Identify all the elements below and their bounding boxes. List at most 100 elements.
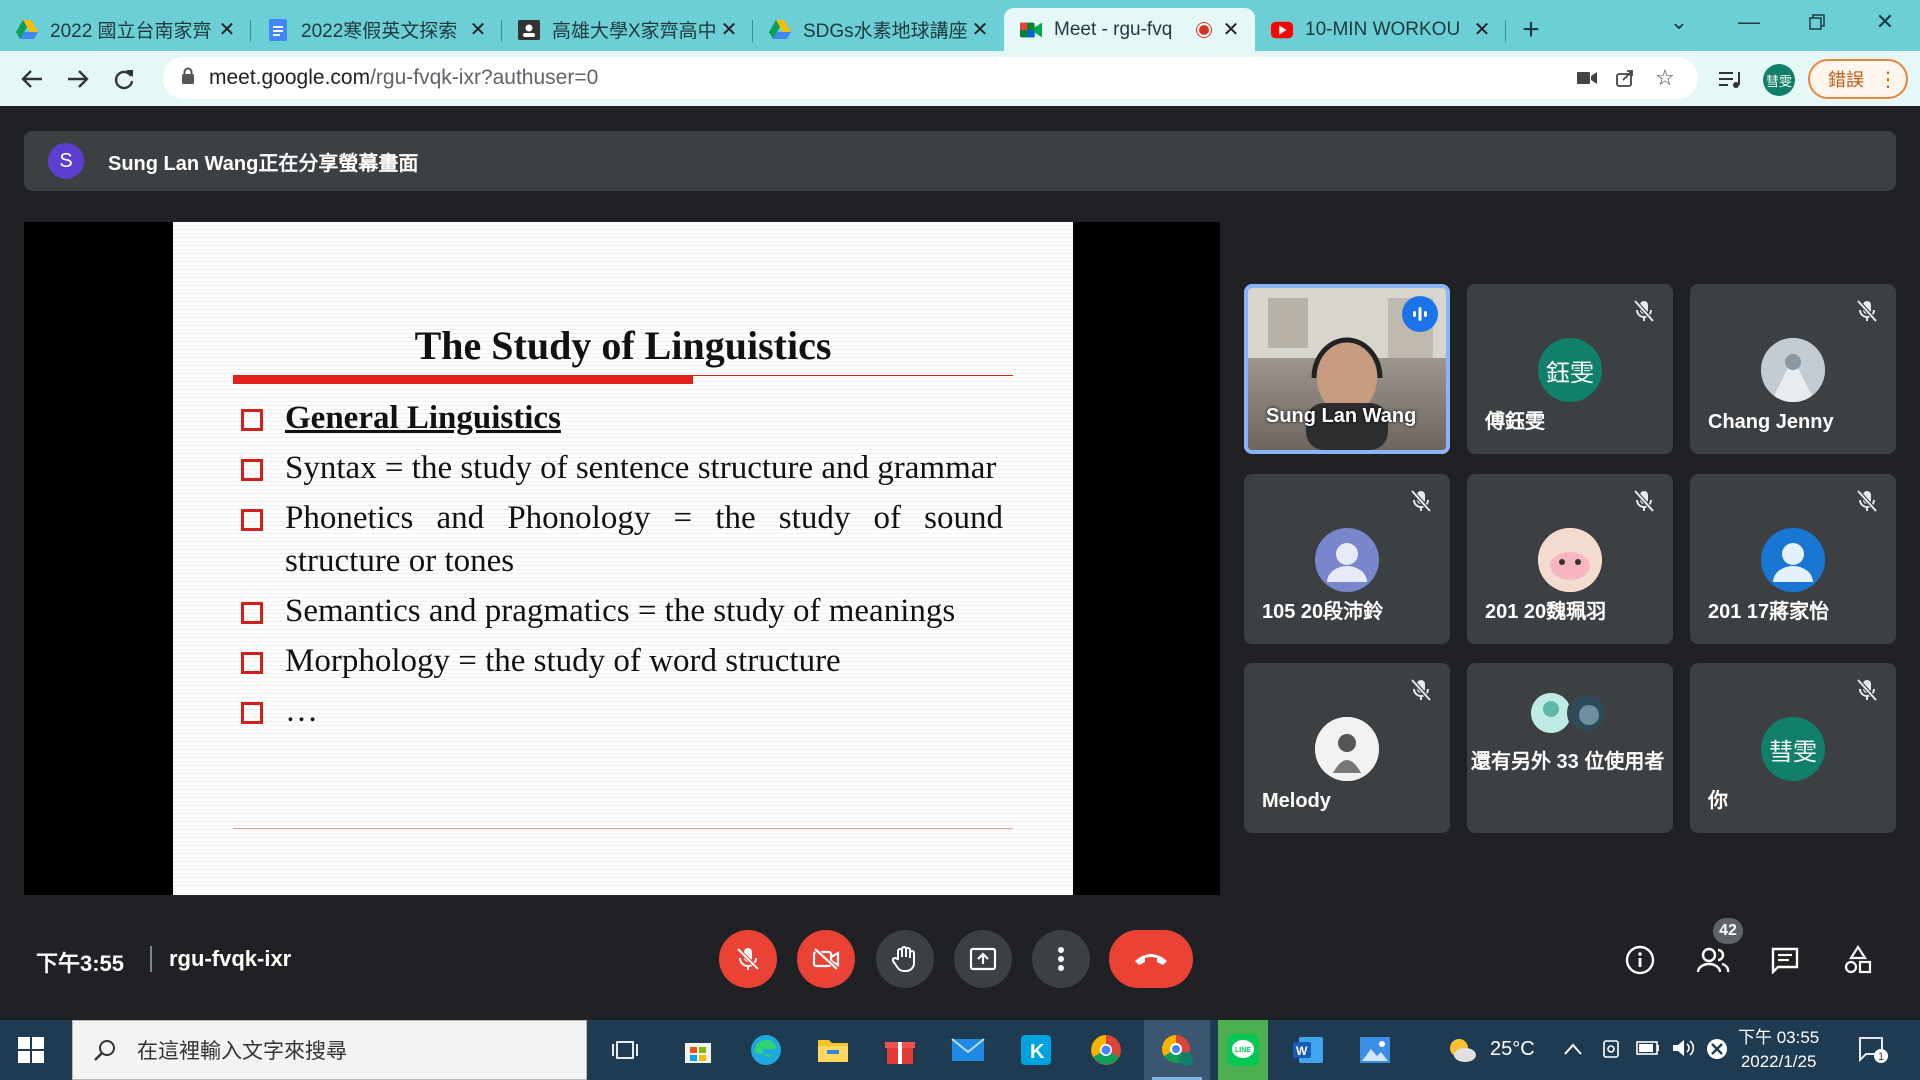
tab-youtube[interactable]: 10-MIN WORKOU ✕ <box>1255 8 1506 51</box>
profile-avatar[interactable]: 彗雯 <box>1763 64 1795 96</box>
taskbar-date: 2022/1/25 <box>1740 1052 1817 1071</box>
self-tile[interactable]: 彗雯 你 <box>1690 663 1896 833</box>
participant-tile[interactable]: Melody <box>1244 663 1450 833</box>
google-meet-icon <box>1020 19 1042 41</box>
forward-icon[interactable] <box>56 57 100 101</box>
mic-off-icon <box>736 947 760 971</box>
media-control-icon[interactable] <box>1718 67 1742 91</box>
photos-icon[interactable] <box>1355 1030 1395 1070</box>
chrome-profile-icon[interactable] <box>1157 1030 1197 1070</box>
toggle-mic-button[interactable] <box>719 930 777 988</box>
mic-off-icon <box>1856 489 1878 513</box>
participant-tile[interactable]: 201 17蔣家怡 <box>1690 474 1896 644</box>
back-icon[interactable] <box>10 57 54 101</box>
address-bar[interactable]: meet.google.com/rgu-fvqk-ixr?authuser=0 … <box>163 57 1698 99</box>
meeting-time: 下午3:55 <box>36 951 125 976</box>
participant-name: 傅鈺雯 <box>1485 411 1545 433</box>
new-tab-button[interactable]: + <box>1506 8 1556 51</box>
error-button[interactable]: 錯誤 ⋮ <box>1808 59 1908 99</box>
participant-tile[interactable]: 201 20魏珮羽 <box>1467 474 1673 644</box>
present-screen-button[interactable] <box>954 930 1012 988</box>
share-icon[interactable] <box>1613 66 1637 90</box>
google-drive-icon <box>769 19 791 41</box>
search-icon <box>94 1040 115 1061</box>
notification-center-icon[interactable]: 1 <box>1858 1036 1888 1070</box>
task-view-icon[interactable] <box>605 1030 645 1070</box>
tab-drive-2[interactable]: SDGs水素地球講座 ✕ <box>753 8 1004 51</box>
more-participants-tile[interactable]: 還有另外 33 位使用者 <box>1467 663 1673 833</box>
tab-title: 2022寒假英文探索 <box>301 21 458 42</box>
tab-close-icon[interactable]: ✕ <box>468 17 488 42</box>
tab-close-icon[interactable]: ✕ <box>217 17 237 42</box>
gift-app-icon[interactable] <box>880 1030 920 1070</box>
presentation-slide: The Study of Linguistics General Linguis… <box>173 222 1073 895</box>
participant-tile-speaker[interactable]: Sung Lan Wang <box>1244 284 1450 454</box>
tab-close-icon[interactable]: ✕ <box>719 17 739 42</box>
meet-now-icon[interactable] <box>1600 1038 1622 1066</box>
tray-expand-icon[interactable] <box>1564 1038 1582 1061</box>
file-explorer-icon[interactable] <box>813 1030 853 1070</box>
more-options-button[interactable] <box>1032 930 1090 988</box>
lock-icon[interactable] <box>181 67 195 90</box>
default-avatar-icon <box>1315 528 1379 592</box>
network-error-icon[interactable] <box>1706 1038 1728 1066</box>
windows-start-icon[interactable] <box>18 1037 44 1068</box>
k-app-icon[interactable]: K <box>1016 1030 1056 1070</box>
edge-icon[interactable] <box>746 1030 786 1070</box>
camera-off-icon <box>812 947 840 971</box>
youtube-icon <box>1271 19 1293 41</box>
participant-tile[interactable]: 105 20段沛鈴 <box>1244 474 1450 644</box>
meeting-code: rgu-fvqk-ixr <box>169 946 292 971</box>
bookmark-star-icon[interactable]: ☆ <box>1653 65 1677 90</box>
participant-avatar: 鈺雯 <box>1538 338 1602 402</box>
tab-docs[interactable]: 2022寒假英文探索 ✕ <box>251 8 502 51</box>
presenting-text: Sung Lan Wang正在分享螢幕畫面 <box>108 152 419 175</box>
battery-icon[interactable] <box>1636 1038 1660 1061</box>
raise-hand-button[interactable] <box>876 930 934 988</box>
taskbar-search-box[interactable]: 在這裡輸入文字來搜尋 <box>72 1020 587 1080</box>
tab-close-icon[interactable]: ✕ <box>1221 17 1241 42</box>
mic-off-icon <box>1856 678 1878 702</box>
slide-bullet: Morphology = the study of word structure <box>241 640 1003 683</box>
mail-icon[interactable] <box>948 1030 988 1070</box>
microsoft-store-icon[interactable] <box>678 1030 718 1070</box>
svg-text:W: W <box>1296 1044 1308 1058</box>
google-docs-icon <box>267 18 289 41</box>
participant-name: Melody <box>1262 790 1331 812</box>
close-window-icon[interactable]: ✕ <box>1854 0 1916 44</box>
line-app-icon[interactable]: LINE <box>1218 1020 1268 1080</box>
volume-icon[interactable] <box>1672 1038 1696 1064</box>
chrome-icon[interactable] <box>1086 1030 1126 1070</box>
tab-meet[interactable]: Meet - rgu-fvq ✕ <box>1004 8 1255 51</box>
reload-icon[interactable] <box>102 57 146 101</box>
toggle-camera-button[interactable] <box>797 930 855 988</box>
slide-bullet: Phonetics and Phonology = the study of s… <box>241 497 1003 583</box>
participant-tile[interactable]: 鈺雯 傅鈺雯 <box>1467 284 1673 454</box>
taskbar-clock[interactable]: 下午 03:55 2022/1/25 <box>1738 1026 1819 1074</box>
tab-search-icon[interactable]: ⌄ <box>1648 0 1710 44</box>
minimize-icon[interactable]: — <box>1718 0 1780 44</box>
people-icon[interactable] <box>1693 940 1733 980</box>
tab-drive-1[interactable]: 2022 國立台南家齊 ✕ <box>0 8 251 51</box>
weather-temperature[interactable]: 25°C <box>1490 1038 1535 1061</box>
participant-tile[interactable]: Chang Jenny <box>1690 284 1896 454</box>
slide-bullet: … <box>241 690 1003 733</box>
tab-close-icon[interactable]: ✕ <box>1472 17 1492 42</box>
word-icon[interactable]: W <box>1288 1030 1328 1070</box>
mic-off-icon <box>1633 489 1655 513</box>
tab-classroom[interactable]: 高雄大學X家齊高中 ✕ <box>502 8 753 51</box>
chat-icon[interactable] <box>1765 940 1805 980</box>
tab-close-icon[interactable]: ✕ <box>970 17 990 42</box>
default-avatar-icon <box>1761 528 1825 592</box>
camera-icon[interactable] <box>1575 66 1599 90</box>
restore-icon[interactable] <box>1786 0 1848 44</box>
end-call-button[interactable] <box>1109 930 1193 988</box>
tab-title: Meet - rgu-fvq <box>1054 18 1173 40</box>
slide-bullet: Syntax = the study of sentence structure… <box>241 447 1003 490</box>
activities-icon[interactable] <box>1838 940 1878 980</box>
checkbox-icon <box>241 702 263 724</box>
meeting-info-icon[interactable] <box>1620 940 1660 980</box>
more-participants-label: 還有另外 33 位使用者 <box>1471 751 1665 773</box>
svg-text:1: 1 <box>1878 1051 1884 1063</box>
participant-avatar <box>1531 693 1571 733</box>
